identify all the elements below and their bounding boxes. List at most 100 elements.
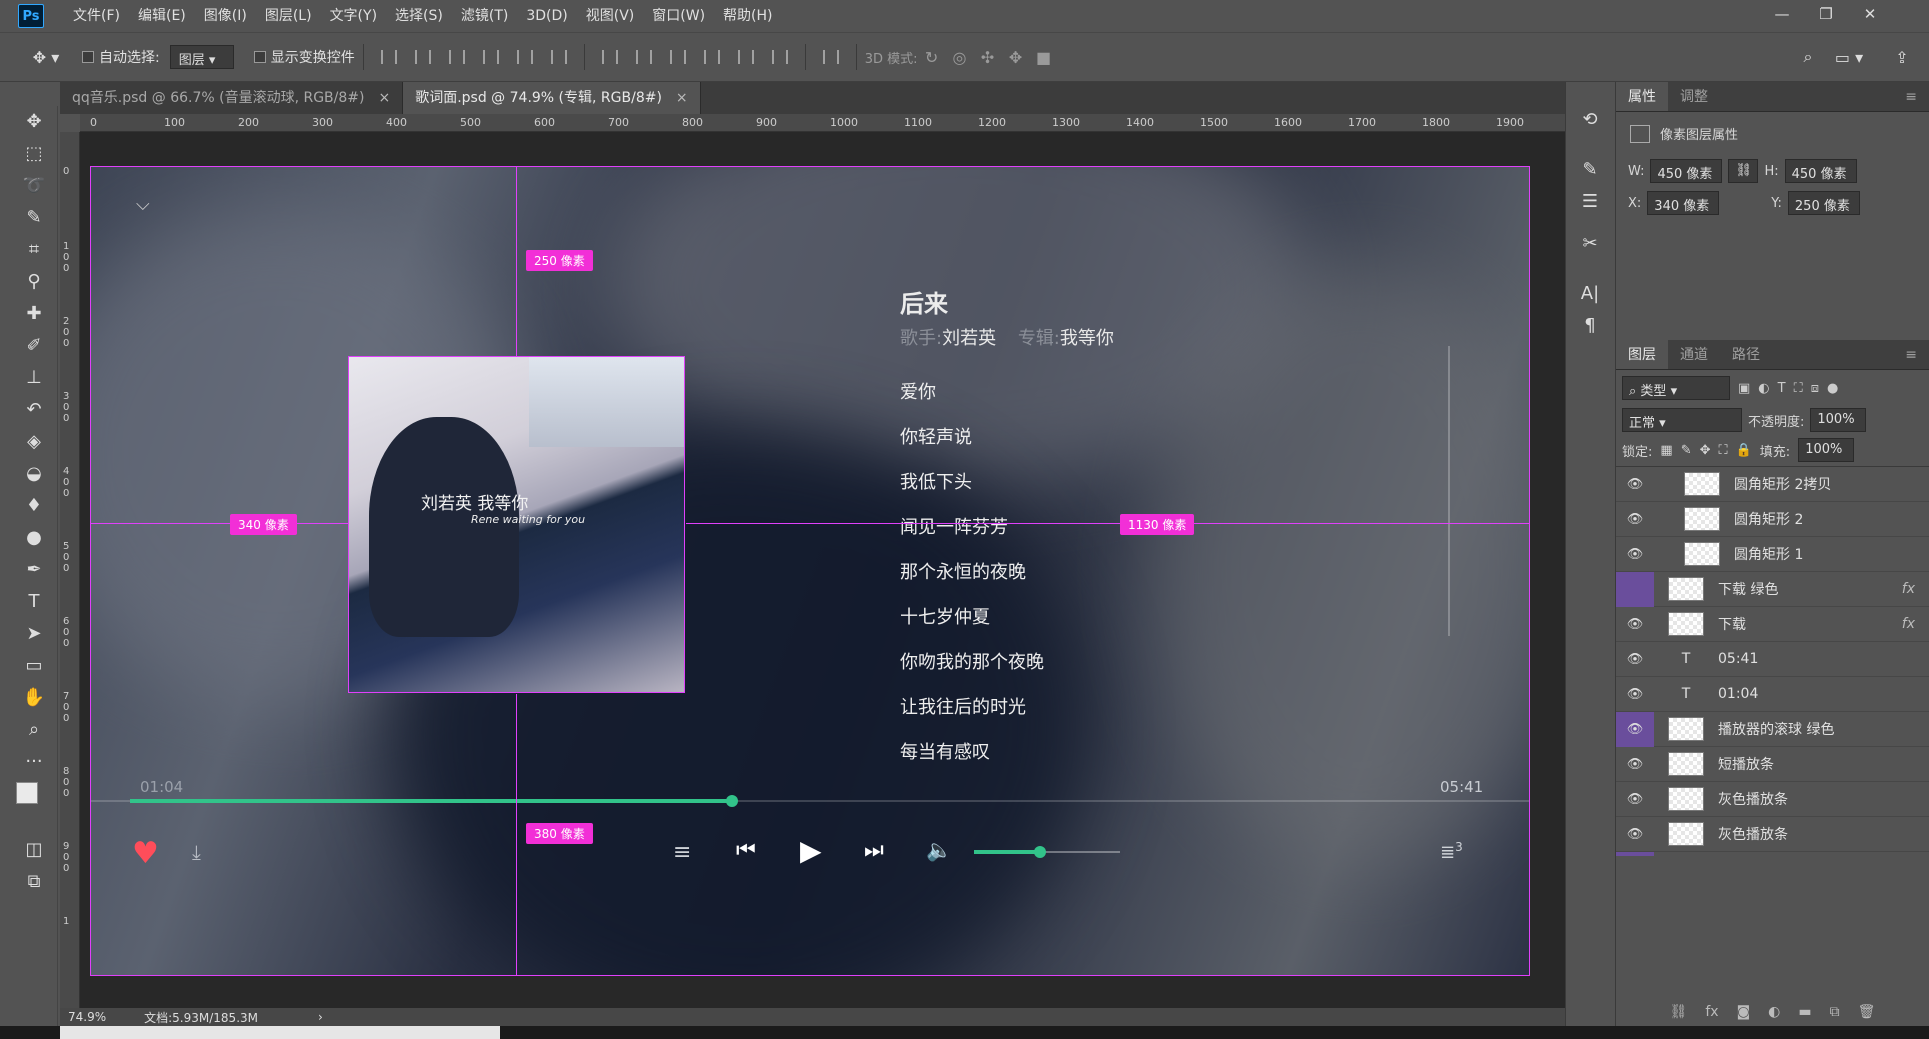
lasso-tool-icon[interactable]: ➰: [14, 170, 54, 202]
volume-icon[interactable]: 🔈: [926, 838, 952, 863]
distribute-hcenter-icon[interactable]: [737, 50, 754, 64]
character-panel-icon[interactable]: A|: [1570, 278, 1610, 310]
link-layers-icon[interactable]: ⛓: [1670, 1004, 1688, 1020]
previous-track-icon[interactable]: ⏮: [736, 838, 756, 863]
filter-smart-icon[interactable]: ⧈: [1811, 381, 1819, 396]
crop-tool-icon[interactable]: ⌗: [14, 234, 54, 266]
brush-tool-icon[interactable]: ✐: [14, 330, 54, 362]
lock-move-icon[interactable]: ✥: [1700, 443, 1711, 458]
progress-knob[interactable]: [726, 795, 738, 807]
layer-filter-dropdown[interactable]: ⌕ 类型 ▾: [1622, 376, 1730, 400]
x-field[interactable]: 340 像素: [1647, 191, 1720, 215]
pen-tool-icon[interactable]: ✒: [14, 554, 54, 586]
filter-adjust-icon[interactable]: ◐: [1758, 381, 1769, 396]
marquee-tool-icon[interactable]: ⬚: [14, 138, 54, 170]
healing-brush-icon[interactable]: ✚: [14, 298, 54, 330]
visibility-eye-icon[interactable]: 👁: [1616, 652, 1654, 667]
distribute-left-icon[interactable]: [703, 50, 720, 64]
tab-layers[interactable]: 图层: [1616, 340, 1668, 369]
panel-menu-icon[interactable]: ≡: [1893, 340, 1929, 369]
3d-rotate-icon[interactable]: ↻: [918, 48, 946, 67]
filter-pixel-icon[interactable]: ▣: [1738, 381, 1750, 396]
show-transform-checkbox[interactable]: [253, 50, 271, 65]
stamp-tool-icon[interactable]: ⊥: [14, 362, 54, 394]
link-icon[interactable]: ⛓: [1728, 159, 1759, 183]
3d-pan-icon[interactable]: ✣: [974, 48, 1002, 67]
layer-row[interactable]: 下载 绿色 fx: [1616, 571, 1929, 607]
search-icon[interactable]: ⌕: [1796, 47, 1820, 67]
eraser-tool-icon[interactable]: ◈: [14, 426, 54, 458]
fill-field[interactable]: 100%: [1798, 438, 1855, 462]
horizontal-ruler[interactable]: 0 100 200 300 400 500 600 700 800 900 1000 1100 1200…: [80, 114, 1565, 132]
tab-properties[interactable]: 属性: [1616, 82, 1668, 111]
visibility-eye-icon[interactable]: 👁: [1616, 827, 1654, 842]
lock-artboard-icon[interactable]: ⛶: [1719, 443, 1728, 458]
dodge-tool-icon[interactable]: ●: [14, 522, 54, 554]
lyrics-scrollbar[interactable]: [1448, 346, 1450, 636]
play-mode-icon[interactable]: ≡: [673, 840, 691, 865]
menu-item[interactable]: 编辑(E): [129, 0, 195, 32]
zoom-tool-icon[interactable]: ⌕: [14, 714, 54, 746]
blend-mode-dropdown[interactable]: 正常 ▾: [1622, 408, 1742, 432]
layer-row[interactable]: 👁 圆角矩形 1: [1616, 537, 1929, 572]
paragraph-panel-icon[interactable]: ¶: [1570, 310, 1610, 342]
close-icon[interactable]: ✕: [1848, 0, 1892, 28]
hand-tool-icon[interactable]: ✋: [14, 682, 54, 714]
layer-row[interactable]: 👁 T 01:04: [1616, 677, 1929, 712]
layer-row[interactable]: 👁 短播放条: [1616, 747, 1929, 782]
zoom-level[interactable]: 74.9%: [68, 1010, 106, 1024]
menu-item[interactable]: 图像(I): [195, 0, 256, 32]
3d-roll-icon[interactable]: ◎: [946, 48, 974, 67]
distribute-bottom-icon[interactable]: [669, 50, 686, 64]
workspace-icon[interactable]: ▭ ▾: [1832, 48, 1866, 67]
menu-item[interactable]: 图层(L): [256, 0, 321, 32]
filter-type-icon[interactable]: T: [1778, 381, 1786, 396]
align-top-icon[interactable]: [380, 50, 397, 64]
visibility-eye-icon[interactable]: [1616, 571, 1654, 607]
visibility-eye-icon[interactable]: 👁: [1616, 711, 1654, 747]
width-field[interactable]: 450 像素: [1650, 159, 1723, 183]
visibility-eye-icon[interactable]: 👁: [1616, 477, 1654, 492]
visibility-eye-icon[interactable]: 👁: [1616, 547, 1654, 562]
layer-row[interactable]: 👁 播放器的滚球 绿色: [1616, 711, 1929, 747]
menu-item[interactable]: 文字(Y): [321, 0, 386, 32]
menu-item[interactable]: 文件(F): [64, 0, 129, 32]
layer-fx-icon[interactable]: fx: [1902, 616, 1915, 632]
distribute-vcenter-icon[interactable]: [635, 50, 652, 64]
type-tool-icon[interactable]: T: [14, 586, 54, 618]
visibility-eye-icon[interactable]: 👁: [1616, 512, 1654, 527]
y-field[interactable]: 250 像素: [1787, 191, 1860, 215]
next-track-icon[interactable]: ⏭: [864, 838, 884, 863]
visibility-eye-icon[interactable]: 👁: [1616, 687, 1654, 702]
eyedropper-tool-icon[interactable]: ⚲: [14, 266, 54, 298]
panel-menu-icon[interactable]: ≡: [1893, 82, 1929, 111]
layer-row[interactable]: 👁 下载 fx: [1616, 607, 1929, 642]
paint-bucket-icon[interactable]: ◒: [14, 458, 54, 490]
play-icon[interactable]: ▶: [800, 834, 822, 867]
adjustment-layer-icon[interactable]: ◐: [1768, 1004, 1780, 1020]
layer-row[interactable]: 👁 圆角矩形 2拷贝: [1616, 467, 1929, 502]
align-left-icon[interactable]: [482, 50, 499, 64]
adjustments-icon[interactable]: ☰: [1570, 186, 1610, 218]
vertical-ruler[interactable]: 0 100 200 300 400 500 600 700 800 900 1: [60, 132, 80, 1008]
lock-paint-icon[interactable]: ✎: [1681, 443, 1692, 458]
layer-row[interactable]: 👁 灰色播放条: [1616, 782, 1929, 817]
auto-select-checkbox[interactable]: [82, 50, 99, 65]
restore-icon[interactable]: ❐: [1804, 0, 1848, 28]
tab-paths[interactable]: 路径: [1720, 340, 1772, 369]
3d-camera-icon[interactable]: ■: [1030, 48, 1058, 67]
taskbar-item[interactable]: [60, 1026, 500, 1039]
document-canvas[interactable]: ⌵ 刘若英 我等你 Rene waiting for you 后来 歌手:刘若英…: [90, 166, 1530, 976]
opacity-field[interactable]: 100%: [1810, 408, 1867, 432]
close-icon[interactable]: ×: [676, 90, 688, 106]
tab-lyrics-page[interactable]: 歌词面.psd @ 74.9% (专辑, RGB/8#) ×: [403, 82, 701, 114]
move-tool-icon[interactable]: ✥ ▾: [26, 48, 66, 67]
auto-align-icon[interactable]: [822, 50, 839, 64]
lock-transparent-icon[interactable]: ▦: [1660, 443, 1672, 458]
screen-mode-icon[interactable]: ⧉: [14, 866, 54, 898]
filter-shape-icon[interactable]: ⛶: [1794, 381, 1803, 396]
menu-item[interactable]: 窗口(W): [643, 0, 714, 32]
brush-settings-icon[interactable]: ✎: [1570, 154, 1610, 186]
minimize-icon[interactable]: —: [1760, 0, 1804, 28]
menu-item[interactable]: 滤镜(T): [452, 0, 517, 32]
